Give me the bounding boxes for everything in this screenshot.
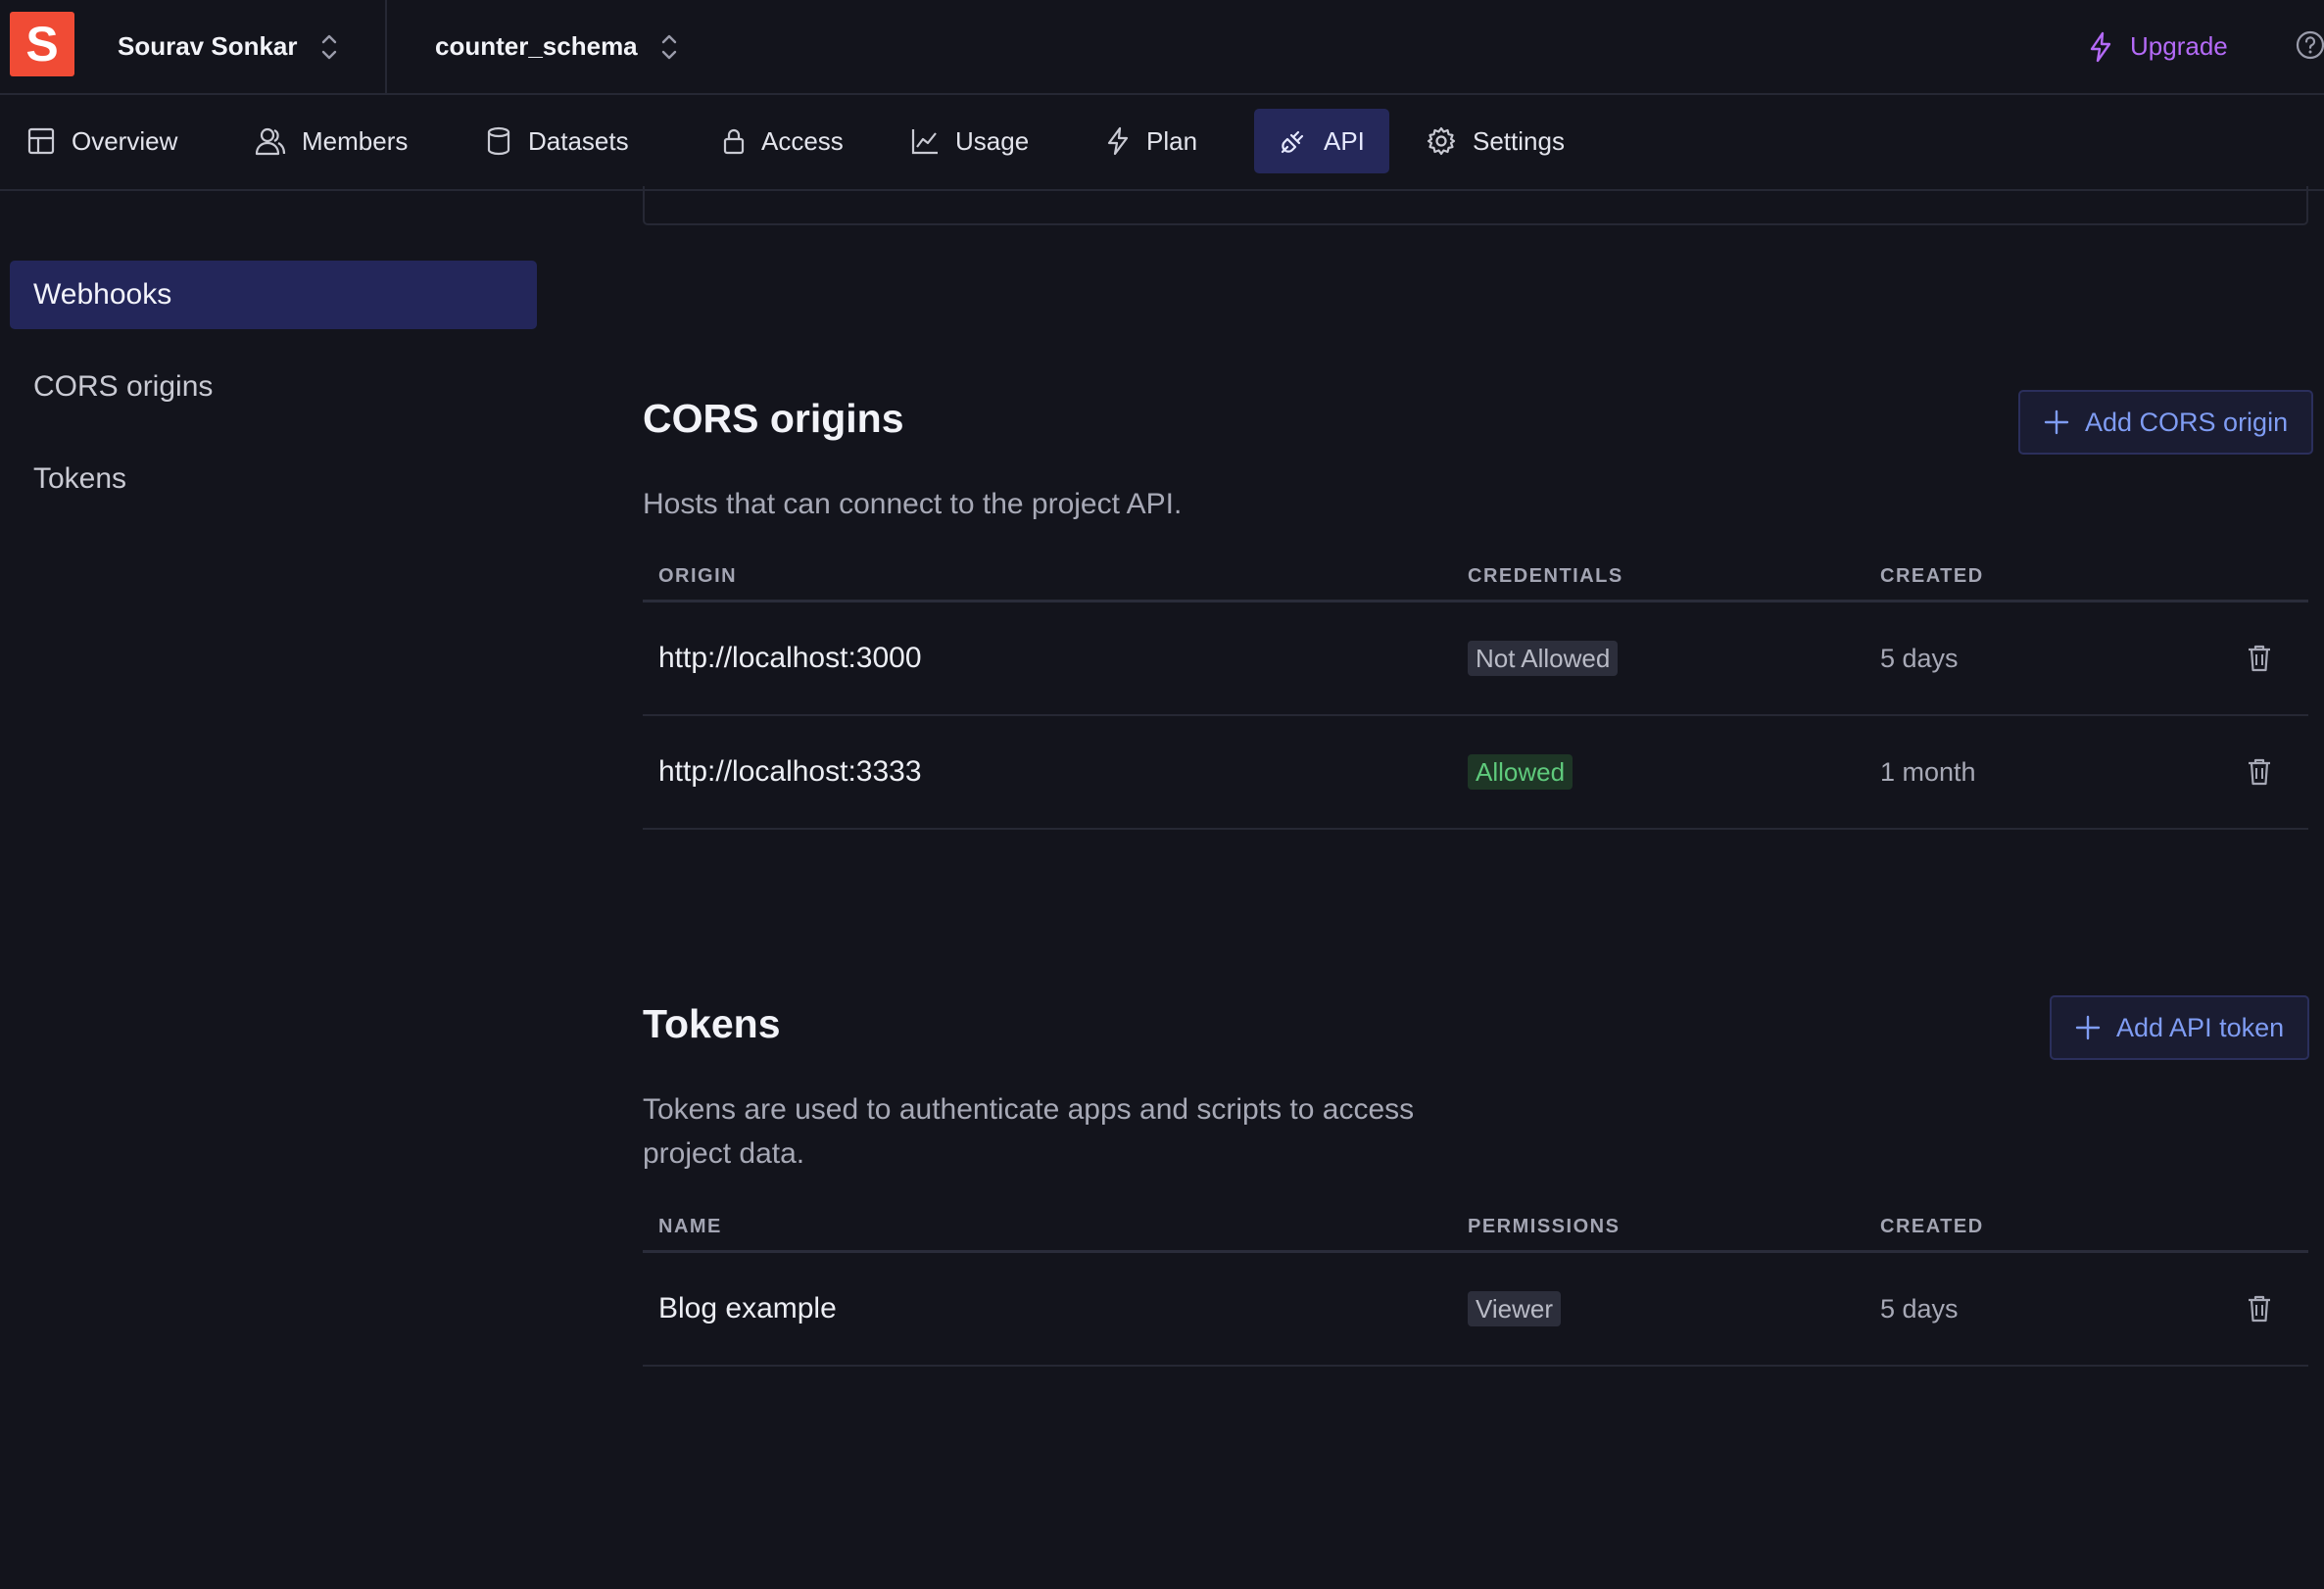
- users-icon: [255, 126, 286, 156]
- tokens-section-title: Tokens: [643, 1001, 781, 1046]
- tab-label: Members: [302, 125, 409, 156]
- status-badge: Allowed: [1468, 754, 1574, 790]
- database-icon: [485, 126, 512, 156]
- column-header-created: CREATED: [1880, 565, 1984, 587]
- credentials-cell: Not Allowed: [1468, 602, 1619, 714]
- tab-access[interactable]: Access: [698, 109, 868, 173]
- tab-label: Overview: [72, 125, 178, 156]
- tab-label: Access: [761, 125, 844, 156]
- chart-icon: [910, 126, 940, 156]
- column-header-name: NAME: [658, 1216, 722, 1237]
- project-switcher[interactable]: counter_schema: [435, 0, 679, 93]
- help-icon[interactable]: [2295, 29, 2324, 61]
- tab-label: API: [1324, 125, 1365, 156]
- tokens-table: NAME PERMISSIONS CREATED Blog example Vi…: [643, 1198, 2308, 1367]
- user-switcher[interactable]: Sourav Sonkar: [118, 0, 339, 93]
- table-header: NAME PERMISSIONS CREATED: [643, 1198, 2308, 1253]
- tab-label: Usage: [955, 125, 1030, 156]
- column-header-credentials: CREDENTIALS: [1468, 565, 1623, 587]
- add-cors-origin-button[interactable]: Add CORS origin: [2018, 390, 2314, 455]
- tab-overview[interactable]: Overview: [2, 109, 202, 173]
- grid-icon: [26, 126, 56, 156]
- trash-icon[interactable]: [2247, 716, 2272, 828]
- trash-icon[interactable]: [2247, 1253, 2272, 1365]
- status-badge: Not Allowed: [1468, 641, 1619, 676]
- description-line: Tokens are used to authenticate apps and…: [643, 1093, 1415, 1126]
- upgrade-label: Upgrade: [2130, 31, 2228, 61]
- table-row: http://localhost:3000 Not Allowed 5 days: [643, 602, 2308, 716]
- table-row: Blog example Viewer 5 days: [643, 1253, 2308, 1367]
- token-name: Blog example: [658, 1292, 837, 1324]
- add-api-token-button[interactable]: Add API token: [2050, 995, 2310, 1060]
- project-tabs: Overview Members Datasets Access Usage P…: [0, 95, 2324, 191]
- tab-members[interactable]: Members: [230, 109, 432, 173]
- bolt-icon: [2087, 31, 2114, 63]
- webhooks-panel-bottom: [643, 186, 2308, 225]
- credentials-cell: Allowed: [1468, 716, 1574, 828]
- tab-plan[interactable]: Plan: [1081, 109, 1222, 173]
- app-logo[interactable]: S: [10, 12, 74, 76]
- chevron-up-down-icon: [319, 32, 339, 62]
- tab-settings[interactable]: Settings: [1401, 109, 1589, 173]
- add-cors-origin-label: Add CORS origin: [2085, 407, 2289, 437]
- tab-datasets[interactable]: Datasets: [460, 109, 654, 173]
- created-value: 5 days: [1880, 1293, 1959, 1324]
- plug-icon: [1279, 126, 1308, 156]
- tab-usage[interactable]: Usage: [886, 109, 1053, 173]
- trash-icon[interactable]: [2247, 602, 2272, 714]
- tab-api[interactable]: API: [1254, 109, 1389, 173]
- plus-icon: [2075, 1015, 2101, 1040]
- created-value: 1 month: [1880, 756, 1976, 787]
- tokens-section-description: Tokens are used to authenticate apps and…: [643, 1087, 1414, 1176]
- sidenav-item-tokens[interactable]: Tokens: [10, 445, 537, 513]
- cors-table: ORIGIN CREDENTIALS CREATED http://localh…: [643, 548, 2308, 830]
- column-header-created: CREATED: [1880, 1216, 1984, 1237]
- description-line: project data.: [643, 1137, 805, 1170]
- permissions-cell: Viewer: [1468, 1253, 1562, 1365]
- table-row: http://localhost:3333 Allowed 1 month: [643, 716, 2308, 830]
- tab-label: Datasets: [528, 125, 629, 156]
- sidenav-item-webhooks[interactable]: Webhooks: [10, 261, 537, 329]
- topbar-divider: [385, 0, 387, 93]
- origin-value: http://localhost:3000: [658, 642, 922, 674]
- add-api-token-label: Add API token: [2116, 1012, 2285, 1042]
- column-header-origin: ORIGIN: [658, 565, 738, 587]
- permission-badge: Viewer: [1468, 1291, 1562, 1326]
- gear-icon: [1426, 125, 1457, 157]
- origin-value: http://localhost:3333: [658, 755, 922, 788]
- column-header-permissions: PERMISSIONS: [1468, 1216, 1621, 1237]
- cors-section-description: Hosts that can connect to the project AP…: [643, 488, 1183, 520]
- tab-label: Plan: [1146, 125, 1198, 156]
- top-bar: S Sourav Sonkar counter_schema Upgrade: [0, 0, 2324, 95]
- table-header: ORIGIN CREDENTIALS CREATED: [643, 548, 2308, 602]
- user-name: Sourav Sonkar: [118, 31, 298, 61]
- lock-icon: [722, 126, 746, 156]
- cors-section-title: CORS origins: [643, 396, 904, 441]
- project-name: counter_schema: [435, 31, 638, 61]
- plus-icon: [2044, 409, 2069, 435]
- chevron-up-down-icon: [659, 32, 679, 62]
- bolt-icon: [1105, 126, 1131, 156]
- tab-label: Settings: [1473, 125, 1565, 156]
- created-value: 5 days: [1880, 643, 1959, 673]
- upgrade-button[interactable]: Upgrade: [2087, 0, 2228, 93]
- sidenav-item-cors-origins[interactable]: CORS origins: [10, 353, 537, 421]
